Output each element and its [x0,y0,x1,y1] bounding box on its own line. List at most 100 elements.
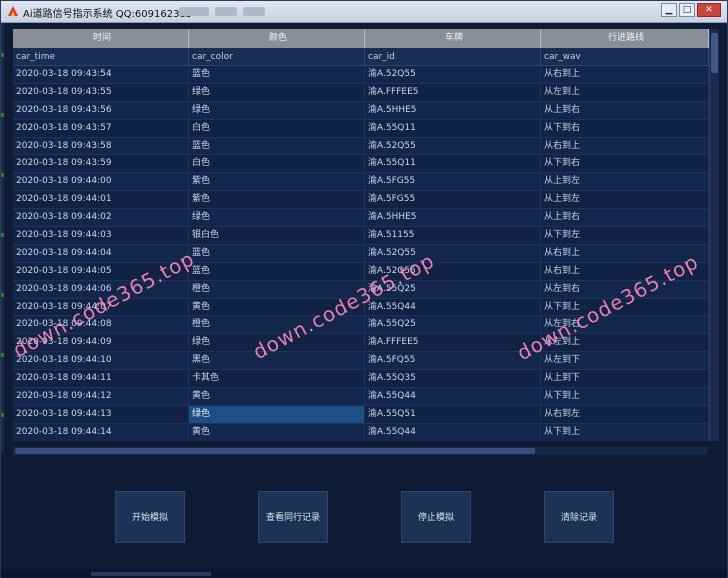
cell-time[interactable]: 2020-03-18 09:44:14 [13,423,189,441]
cell-plate[interactable]: 渝A.52Q55 [365,137,541,155]
header-color[interactable]: 颜色 [189,29,365,48]
cell-time[interactable]: 2020-03-18 09:44:10 [13,352,189,370]
cell-color[interactable]: 白色 [189,119,365,137]
cell-plate[interactable]: 渝A.51155 [365,227,541,244]
cell-route[interactable]: 从左到下 [541,352,709,370]
cell-plate[interactable]: 渝A.55Q11 [365,155,541,173]
cell-color[interactable]: 紫色 [189,173,365,191]
view-history-button[interactable]: 查看同行记录 [258,491,328,543]
cell-time[interactable]: 2020-03-18 09:44:11 [13,370,189,388]
header-plate[interactable]: 车牌 [365,29,541,48]
cell-time[interactable]: 2020-03-18 09:44:00 [13,173,189,191]
cell-route[interactable]: 从上到左 [541,191,709,209]
cell-plate[interactable]: 渝A.55Q11 [365,119,541,137]
cell-color[interactable]: 黄色 [189,423,365,441]
cell-route[interactable]: 从下到右 [541,119,709,137]
horizontal-scrollbar[interactable] [13,447,707,455]
cell-route[interactable]: 从右到上 [541,137,709,155]
start-simulation-button[interactable]: 开始模拟 [115,491,185,543]
table-row[interactable]: 2020-03-18 09:44:13 绿色 渝A.55Q51 从右到左 [13,405,709,424]
cell-route[interactable]: 从上到右 [541,101,709,119]
cell-time[interactable]: 2020-03-18 09:44:02 [13,209,189,227]
cell-time[interactable]: 2020-03-18 09:43:55 [13,83,189,101]
cell-plate[interactable]: 渝A.55Q44 [365,423,541,441]
cell-time[interactable]: 2020-03-18 09:43:56 [13,101,189,119]
cell-route[interactable]: 从下到上 [541,388,709,405]
menu-item-2[interactable] [215,7,237,16]
title-bar[interactable]: Ai道路信号指示系统 QQ:609162385 ▁ □ ✕ [1,1,727,23]
cell-time[interactable]: 2020-03-18 09:44:13 [13,405,189,423]
vertical-scroll-thumb[interactable] [711,33,718,73]
cell-plate[interactable]: 渝A.FFFEE5 [365,83,541,101]
cell-color[interactable]: 绿色 [189,101,365,119]
clear-records-button[interactable]: 清除记录 [544,491,614,543]
cell-plate[interactable]: 渝A.55Q44 [365,388,541,405]
cell-plate[interactable]: 渝A.55Q35 [365,370,541,388]
table-row[interactable]: 2020-03-18 09:43:59 白色 渝A.55Q11 从下到右 [13,155,709,174]
cell-route[interactable]: 从上到左 [541,173,709,191]
cell-plate[interactable]: 渝A.5FG55 [365,173,541,191]
table-row[interactable]: 2020-03-18 09:43:58 蓝色 渝A.52Q55 从右到上 [13,137,709,156]
cell-color[interactable]: 绿色 [189,405,365,423]
header-time[interactable]: 时间 [13,29,189,48]
cell-time[interactable]: 2020-03-18 09:44:01 [13,191,189,209]
cell-route[interactable]: 从上到右 [541,209,709,227]
cell-time[interactable]: 2020-03-18 09:44:03 [13,227,189,244]
cell-plate[interactable]: 渝A.55Q25 [365,316,541,334]
table-row[interactable]: 2020-03-18 09:44:11 卡其色 渝A.55Q35 从上到下 [13,370,709,389]
cell-route[interactable]: 从右到上 [541,66,709,83]
cell-plate[interactable]: 渝A.5FG55 [365,191,541,209]
table-row[interactable]: 2020-03-18 09:43:55 绿色 渝A.FFFEE5 从左到上 [13,83,709,102]
table-row[interactable]: 2020-03-18 09:44:05 蓝色 渝A.52Q55 从右到上 [13,262,709,281]
table-row[interactable]: 2020-03-18 09:43:57 白色 渝A.55Q11 从下到右 [13,119,709,138]
horizontal-scroll-thumb[interactable] [15,448,535,454]
stop-simulation-button[interactable]: 停止模拟 [401,491,471,543]
cell-time[interactable]: 2020-03-18 09:43:54 [13,66,189,83]
cell-color[interactable]: 蓝色 [189,137,365,155]
cell-time[interactable]: 2020-03-18 09:44:12 [13,388,189,405]
maximize-icon[interactable]: □ [679,3,695,17]
cell-color[interactable]: 蓝色 [189,66,365,83]
table-row[interactable]: 2020-03-18 09:44:12 黄色 渝A.55Q44 从下到上 [13,388,709,406]
cell-route[interactable]: 从下到上 [541,423,709,441]
minimize-icon[interactable]: ▁ [661,3,677,17]
table-row[interactable]: 2020-03-18 09:44:14 黄色 渝A.55Q44 从下到上 [13,423,709,441]
cell-color[interactable]: 紫色 [189,191,365,209]
cell-route[interactable]: 从右到左 [541,405,709,423]
table-row[interactable]: 2020-03-18 09:43:54 蓝色 渝A.52Q55 从右到上 [13,66,709,84]
cell-plate[interactable]: 渝A.55Q51 [365,405,541,423]
cell-plate[interactable]: 渝A.52Q55 [365,244,541,262]
cell-plate[interactable]: 渝A.5FQ55 [365,352,541,370]
table-row[interactable]: 2020-03-18 09:43:56 绿色 渝A.5HHE5 从上到右 [13,101,709,120]
cell-color[interactable]: 蓝色 [189,244,365,262]
table-row[interactable]: 2020-03-18 09:44:02 绿色 渝A.5HHE5 从上到右 [13,209,709,228]
cell-route[interactable]: 从下到右 [541,155,709,173]
menu-item-3[interactable] [243,7,265,16]
header-route[interactable]: 行进路线 [541,29,709,48]
table-row[interactable]: 2020-03-18 09:44:10 黑色 渝A.5FQ55 从左到下 [13,352,709,371]
cell-plate[interactable]: 渝A.55Q44 [365,298,541,316]
cell-route[interactable]: 从下到左 [541,227,709,244]
cell-time[interactable]: 2020-03-18 09:43:59 [13,155,189,173]
close-icon[interactable]: ✕ [697,3,721,17]
cell-color[interactable]: 蓝色 [189,262,365,280]
table-row[interactable]: 2020-03-18 09:44:09 绿色 渝A.FFFEE5 从左到上 [13,334,709,353]
table-row[interactable]: 2020-03-18 09:44:01 紫色 渝A.5FG55 从上到左 [13,191,709,210]
cell-plate[interactable]: 渝A.5HHE5 [365,101,541,119]
table-row[interactable]: 2020-03-18 09:44:00 紫色 渝A.5FG55 从上到左 [13,173,709,192]
cell-plate[interactable]: 渝A.52Q55 [365,66,541,83]
table-row[interactable]: 2020-03-18 09:44:04 蓝色 渝A.52Q55 从右到上 [13,244,709,263]
cell-route[interactable]: 从上到下 [541,370,709,388]
cell-route[interactable]: 从左到上 [541,83,709,101]
vertical-scrollbar[interactable] [709,29,719,441]
cell-color[interactable]: 绿色 [189,83,365,101]
records-table[interactable]: 时间 颜色 车牌 行进路线 car_time car_color car_id … [13,29,709,441]
cell-color[interactable]: 黄色 [189,388,365,405]
cell-time[interactable]: 2020-03-18 09:43:57 [13,119,189,137]
cell-color[interactable]: 银白色 [189,227,365,244]
cell-time[interactable]: 2020-03-18 09:43:58 [13,137,189,155]
cell-plate[interactable]: 渝A.5HHE5 [365,209,541,227]
table-row[interactable]: 2020-03-18 09:44:03 银白色 渝A.51155 从下到左 [13,227,709,245]
cell-color[interactable]: 卡其色 [189,370,365,388]
menu-item-1[interactable] [179,7,209,16]
